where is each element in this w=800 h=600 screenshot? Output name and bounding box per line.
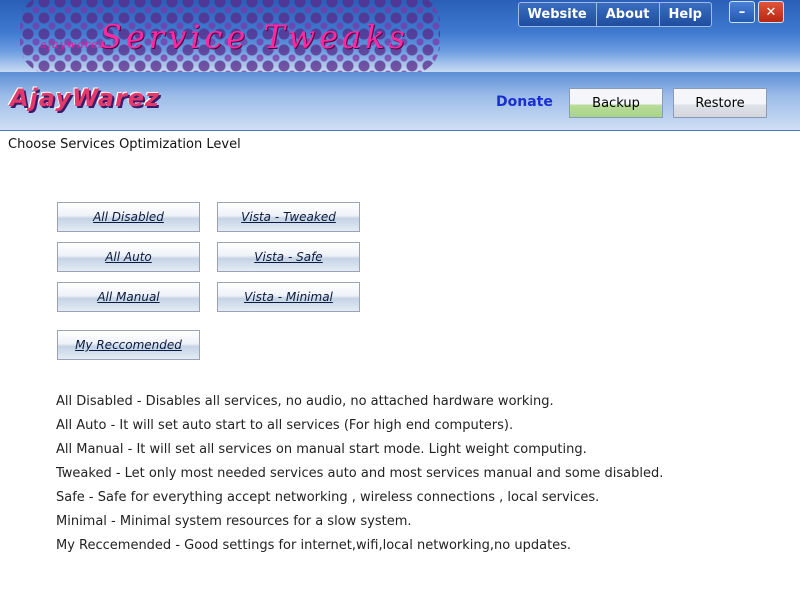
donate-link[interactable]: Donate (496, 94, 553, 110)
all-auto-button[interactable]: All Auto (57, 242, 200, 272)
toolbar: AjayWarez Donate Backup Restore (0, 72, 800, 131)
minimize-icon: – (738, 4, 746, 20)
page-heading: Choose Services Optimization Level (8, 137, 241, 152)
description-safe: Safe - Safe for everything accept networ… (56, 490, 600, 505)
brand-small-text: ajaywarez (40, 38, 106, 51)
top-nav: Website About Help (517, 2, 712, 27)
close-button[interactable]: ✕ (758, 1, 784, 23)
website-button[interactable]: Website (519, 3, 597, 26)
description-all-manual: All Manual - It will set all services on… (56, 442, 587, 457)
vista-minimal-button[interactable]: Vista - Minimal (217, 282, 360, 312)
description-all-disabled: All Disabled - Disables all services, no… (56, 394, 554, 409)
minimize-button[interactable]: – (729, 1, 755, 23)
window-controls: – ✕ (729, 1, 784, 23)
vista-tweaked-button[interactable]: Vista - Tweaked (217, 202, 360, 232)
about-button[interactable]: About (597, 3, 660, 26)
help-button[interactable]: Help (660, 3, 711, 26)
app-title: Service Tweaks (100, 18, 409, 56)
close-icon: ✕ (765, 4, 777, 20)
description-all-auto: All Auto - It will set auto start to all… (56, 418, 514, 433)
title-banner: ajaywarez Service Tweaks Website About H… (0, 0, 800, 72)
all-disabled-button[interactable]: All Disabled (57, 202, 200, 232)
all-manual-button[interactable]: All Manual (57, 282, 200, 312)
my-recommended-button[interactable]: My Reccomended (57, 330, 200, 360)
backup-button[interactable]: Backup (569, 88, 663, 118)
description-minimal: Minimal - Minimal system resources for a… (56, 514, 412, 529)
vista-safe-button[interactable]: Vista - Safe (217, 242, 360, 272)
restore-button[interactable]: Restore (673, 88, 767, 118)
logo: AjayWarez (10, 84, 161, 112)
description-my-recommended: My Reccemended - Good settings for inter… (56, 538, 572, 553)
description-tweaked: Tweaked - Let only most needed services … (56, 466, 664, 481)
